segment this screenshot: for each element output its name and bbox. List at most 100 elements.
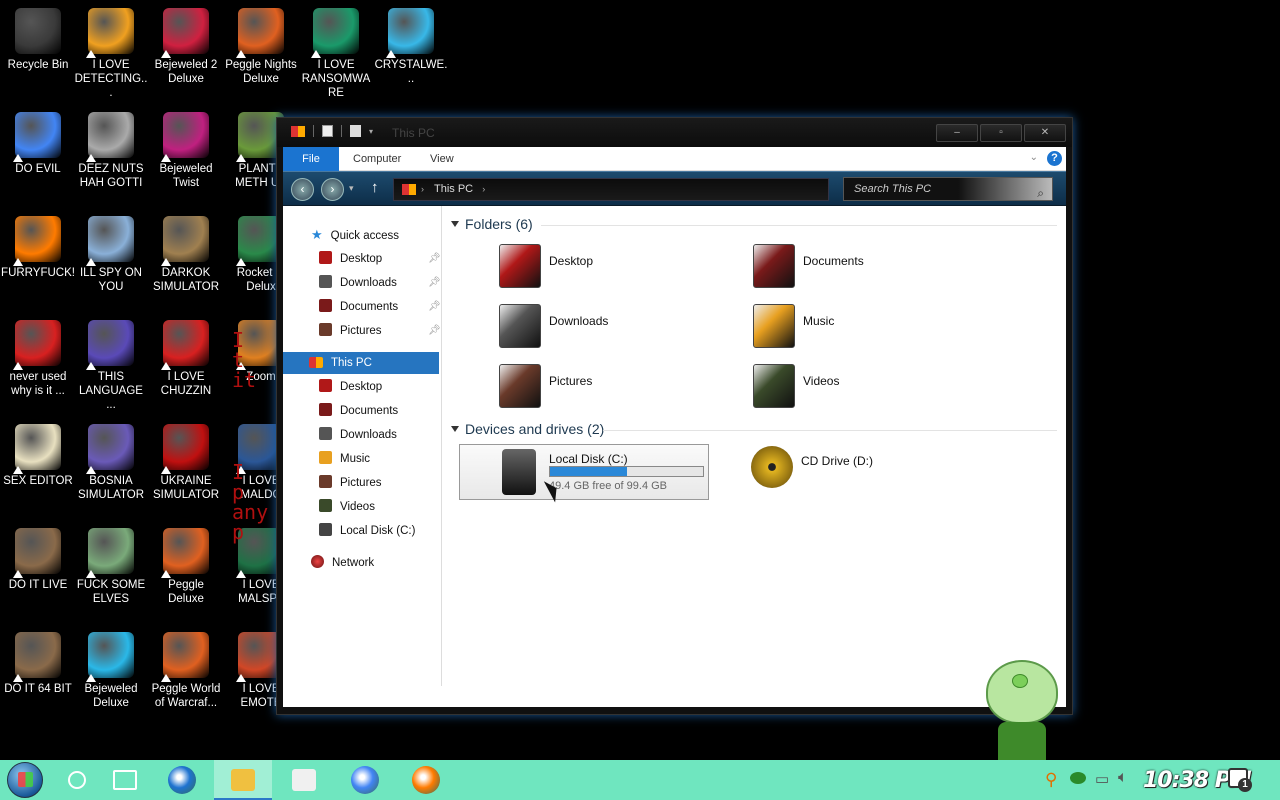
shortcut-arrow-icon xyxy=(13,154,23,162)
desktop-icon-label: I LOVE DETECTING... xyxy=(74,59,148,99)
tab-file[interactable]: File xyxy=(283,147,339,171)
desktop-icon-label: FUCK SOME ELVES xyxy=(76,579,146,605)
pin-icon[interactable]: 📌︎ xyxy=(428,277,441,288)
minimize-button[interactable]: – xyxy=(936,124,978,142)
sidebar-item-pc-documents[interactable]: Documents xyxy=(319,400,398,422)
desktop-icon[interactable]: BOSNIA SIMULATOR xyxy=(73,416,149,512)
desktop-icon[interactable]: CRYSTALWE... xyxy=(373,0,449,96)
sidebar-item-quick-pictures[interactable]: Pictures xyxy=(319,320,382,342)
help-icon[interactable]: ? xyxy=(1047,151,1062,166)
folder-documents[interactable]: Documents xyxy=(753,244,973,294)
new-folder-icon[interactable] xyxy=(350,125,361,137)
customize-dropdown-icon[interactable]: ▾ xyxy=(369,127,373,136)
desktop-icon[interactable]: FURRYFUCK! xyxy=(0,208,76,304)
sidebar-item-pc-local-disk-c-[interactable]: Local Disk (C:) xyxy=(319,520,415,542)
pin-icon[interactable]: 📌︎ xyxy=(428,253,441,264)
folder-pictures[interactable]: Pictures xyxy=(499,364,719,414)
desktop-icon[interactable]: I LOVE RANSOMWARE xyxy=(298,0,374,99)
desktop-icon[interactable]: Peggle World of Warcraf... xyxy=(148,624,224,720)
pin-icon[interactable]: 📌︎ xyxy=(428,301,441,312)
tab-view[interactable]: View xyxy=(430,147,454,171)
forward-button[interactable]: › xyxy=(321,178,344,201)
taskbar-file-explorer-button[interactable] xyxy=(214,760,272,800)
app-icon xyxy=(86,424,134,474)
title-bar[interactable]: ▾ This PC – ▫ ✕ xyxy=(277,118,1072,147)
folder-icon xyxy=(319,323,332,336)
desktop-icon[interactable]: THIS LANGUAGE ... xyxy=(73,312,149,411)
desktop-icon[interactable]: DO IT LIVE xyxy=(0,520,76,616)
desktop-icon[interactable]: Peggle Deluxe xyxy=(148,520,224,616)
desktop-icon[interactable]: I LOVE DETECTING... xyxy=(73,0,149,99)
desktop-icon[interactable]: DO EVIL xyxy=(0,104,76,200)
folder-downloads[interactable]: Downloads xyxy=(499,304,719,354)
properties-icon[interactable] xyxy=(322,125,333,137)
breadcrumb-chevron-icon[interactable]: › xyxy=(482,184,485,194)
desktop-icon[interactable]: Bejeweled Twist xyxy=(148,104,224,200)
sidebar-item-quick-downloads[interactable]: Downloads xyxy=(319,272,397,294)
notification-count: 1 xyxy=(1238,778,1252,792)
taskbar-firefox-button[interactable] xyxy=(397,760,455,800)
cd-drive-d[interactable]: CD Drive (D:) xyxy=(751,444,951,500)
sidebar-item-pc-downloads[interactable]: Downloads xyxy=(319,424,397,446)
desktop-icon[interactable]: I LOVE CHUZZIN xyxy=(148,312,224,408)
desktop-icon[interactable]: Bejeweled Deluxe xyxy=(73,624,149,720)
desktop-icon-label: DARKOK SIMULATOR xyxy=(152,267,220,293)
sidebar-item-this-pc[interactable]: This PC xyxy=(283,352,439,374)
sidebar-item-pc-videos[interactable]: Videos xyxy=(319,496,375,518)
sidebar-item-pc-music[interactable]: Music xyxy=(319,448,370,470)
volume-icon[interactable]: 🔈︎ xyxy=(1118,769,1128,787)
pin-icon[interactable]: 📌︎ xyxy=(428,325,441,336)
expand-ribbon-icon[interactable]: ⌄ xyxy=(1030,152,1038,163)
sidebar-item-quick-desktop[interactable]: Desktop xyxy=(319,248,382,270)
search-icon[interactable]: ⌕ xyxy=(1037,182,1044,204)
desktop-icon[interactable]: DARKOK SIMULATOR xyxy=(148,208,224,304)
search-tray-icon[interactable]: ⚲ xyxy=(1045,770,1057,790)
app-icon xyxy=(311,8,359,58)
desktop-icon[interactable]: Peggle Nights Deluxe xyxy=(223,0,299,96)
tab-computer[interactable]: Computer xyxy=(353,147,401,171)
shortcut-arrow-icon xyxy=(86,50,96,58)
up-button[interactable]: ↑ xyxy=(371,179,379,196)
back-button[interactable]: ‹ xyxy=(291,178,314,201)
wifi-icon[interactable]: ▭ xyxy=(1095,770,1109,788)
folder-desktop[interactable]: Desktop xyxy=(499,244,719,294)
folders-group-header[interactable]: Folders (6) xyxy=(451,216,533,232)
desktop-icon-label: BOSNIA SIMULATOR xyxy=(77,475,145,501)
address-chevron-icon[interactable]: › xyxy=(421,179,424,200)
drives-group-header[interactable]: Devices and drives (2) xyxy=(451,421,604,437)
desktop-icon[interactable]: never used why is it ... xyxy=(0,312,76,408)
sidebar-item-quick-access[interactable]: ★ Quick access xyxy=(311,224,399,246)
desktop-icon[interactable]: UKRAINE SIMULATOR xyxy=(148,416,224,512)
sidebar-item-network[interactable]: Network xyxy=(311,552,374,574)
address-bar[interactable]: › This PC › xyxy=(393,178,829,201)
sidebar-item-pc-desktop[interactable]: Desktop xyxy=(319,376,382,398)
sidebar-item-pc-pictures[interactable]: Pictures xyxy=(319,472,382,494)
folder-videos[interactable]: Videos xyxy=(753,364,973,414)
search-input[interactable]: Search This PC ⌕ xyxy=(843,177,1053,201)
close-button[interactable]: ✕ xyxy=(1024,124,1066,142)
folder-name: Pictures xyxy=(549,374,593,388)
desktop-icon[interactable]: SEX EDITOR xyxy=(0,416,76,512)
desktop-icon[interactable]: DEEZ NUTS HAH GOTTI xyxy=(73,104,149,200)
action-center-icon[interactable]: 1 xyxy=(1228,768,1252,792)
desktop-icon[interactable]: ILL SPY ON YOU xyxy=(73,208,149,304)
desktop-icon[interactable]: FUCK SOME ELVES xyxy=(73,520,149,616)
app-icon xyxy=(161,320,209,370)
maximize-button[interactable]: ▫ xyxy=(980,124,1022,142)
desktop-icon[interactable]: Bejeweled 2 Deluxe xyxy=(148,0,224,96)
recent-locations-icon[interactable]: ▾ xyxy=(349,183,354,194)
start-button[interactable] xyxy=(7,762,43,798)
network-tray-icon[interactable] xyxy=(1070,772,1086,784)
folder-music[interactable]: Music xyxy=(753,304,973,354)
local-disk-c[interactable]: Local Disk (C:) 49.4 GB free of 99.4 GB xyxy=(459,444,709,500)
desktop-icon-label: Peggle Nights Deluxe xyxy=(225,59,297,85)
desktop-icon[interactable]: DO IT 64 BIT xyxy=(0,624,76,720)
taskbar-edge-button[interactable] xyxy=(153,760,211,800)
sidebar-item-quick-documents[interactable]: Documents xyxy=(319,296,398,318)
taskbar-task-view-button[interactable] xyxy=(96,760,154,800)
folder-icon xyxy=(319,475,332,488)
taskbar-store-button[interactable] xyxy=(275,760,333,800)
desktop-icon-label: DO IT 64 BIT xyxy=(4,683,72,695)
desktop-icon[interactable]: Recycle Bin xyxy=(0,0,76,96)
taskbar-chrome-button[interactable] xyxy=(336,760,394,800)
